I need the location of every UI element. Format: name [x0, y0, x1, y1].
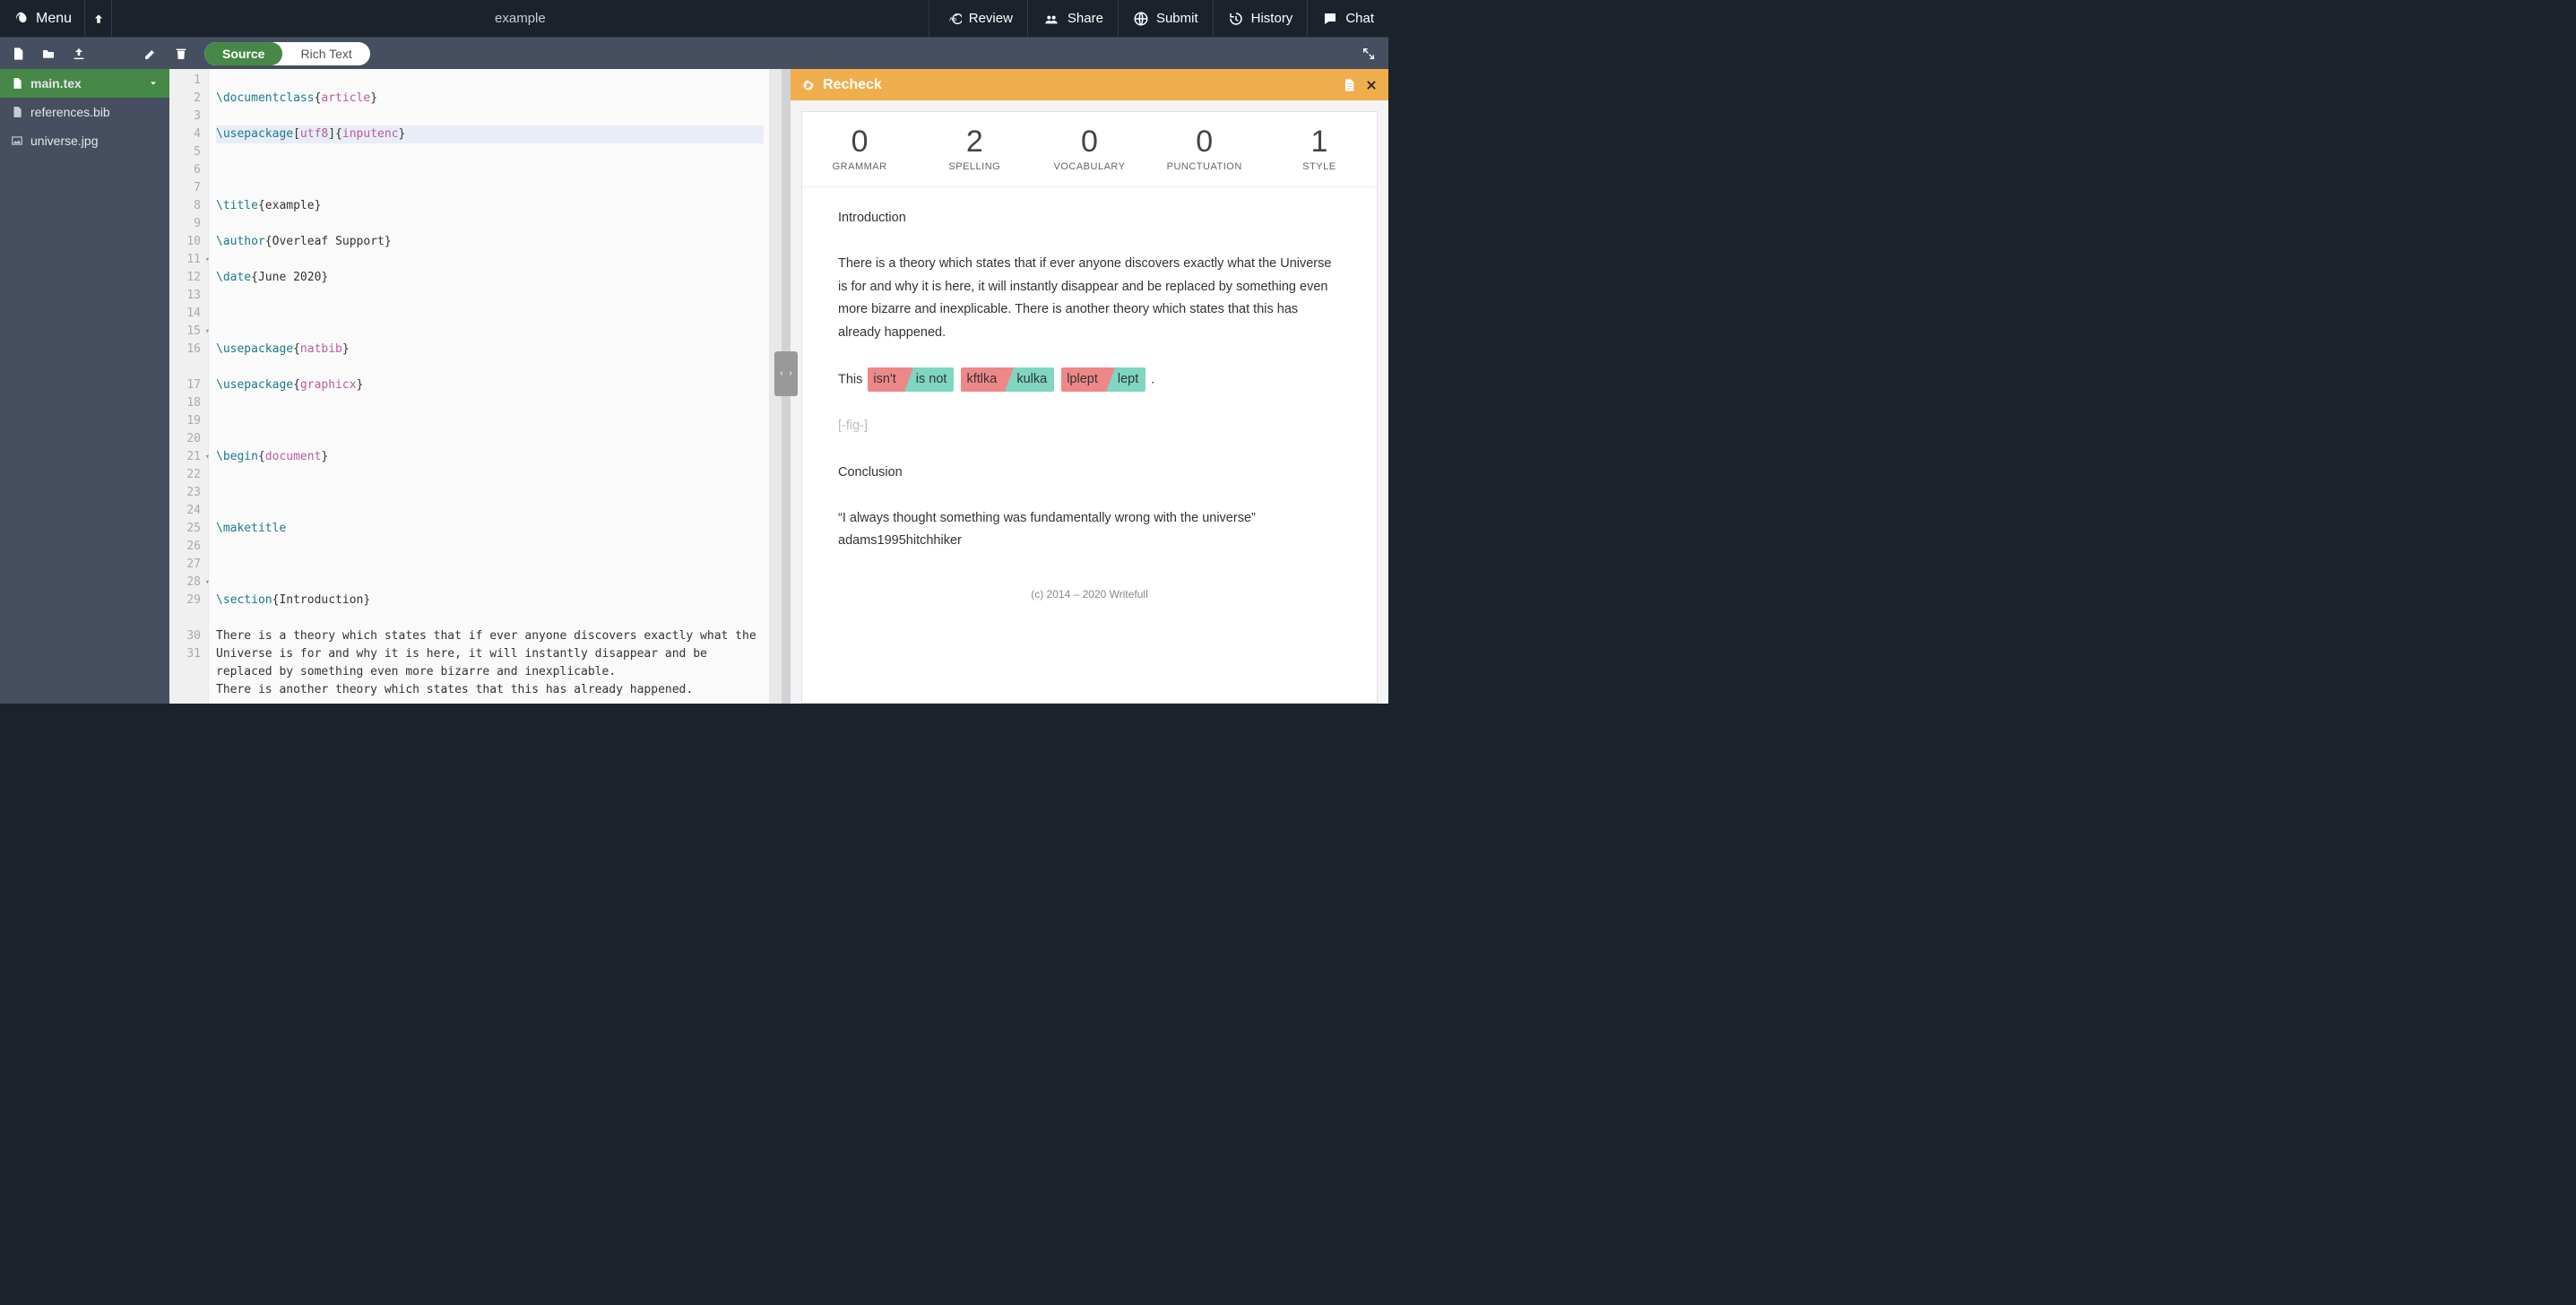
stat-punctuation: 0PUNCTUATION [1147, 112, 1262, 186]
close-panel-button[interactable] [1365, 79, 1378, 91]
menu-label: Menu [36, 11, 72, 27]
upload-button[interactable] [66, 42, 91, 65]
folder-icon [41, 47, 56, 61]
close-icon [1365, 79, 1378, 91]
file-label: universe.jpg [30, 134, 99, 148]
report-footer: (c) 2014 – 2020 Writefull [838, 576, 1341, 613]
pencil-icon [143, 47, 158, 61]
report-card: 0GRAMMAR 2SPELLING 0VOCABULARY 0PUNCTUAT… [801, 111, 1378, 704]
refresh-icon [801, 78, 816, 92]
delete-button[interactable] [169, 42, 194, 65]
suggestion-isnt[interactable]: isn'tis not [868, 367, 954, 392]
pane-splitter[interactable]: ‹ › [782, 69, 791, 704]
section-conclusion-heading: Conclusion [838, 462, 1341, 484]
chevron-down-icon[interactable] [148, 78, 159, 89]
code-content[interactable]: \documentclass{article} \usepackage[utf8… [209, 69, 769, 704]
file-icon [11, 77, 23, 90]
line-gutter: 1234567891011121314151617181920212223242… [169, 69, 209, 704]
document-icon [1342, 77, 1356, 93]
review-button[interactable]: Ab Review [929, 0, 1027, 38]
conclusion-cite: adams1995hitchhiker [838, 530, 1341, 552]
stat-grammar: 0GRAMMAR [802, 112, 917, 186]
history-label: History [1251, 11, 1293, 26]
stat-vocabulary: 0VOCABULARY [1032, 112, 1146, 186]
conclusion-quote: “I always thought something was fundamen… [838, 507, 1341, 530]
writefull-panel: Recheck 0GRAMMAR 2SPELLING 0VOCABULARY 0… [791, 69, 1388, 704]
suggestion-kftlka[interactable]: kftlkakulka [961, 367, 1054, 392]
suggestion-lplept[interactable]: lpleptlept [1061, 367, 1145, 392]
up-button[interactable] [85, 0, 112, 38]
file-universe-jpg[interactable]: universe.jpg [0, 126, 169, 155]
submit-icon [1133, 11, 1149, 27]
conclusion-block: “I always thought something was fundamen… [838, 507, 1341, 553]
share-icon [1042, 12, 1060, 26]
main-area: main.tex references.bib universe.jpg 123… [0, 69, 1388, 704]
review-icon: Ab [944, 12, 962, 26]
suggestions-line: This isn'tis not kftlkakulka lpleptlept … [838, 367, 1341, 392]
up-arrow-icon [92, 13, 105, 25]
file-icon [11, 106, 23, 118]
text-this: This [838, 372, 866, 386]
report-doc-button[interactable] [1342, 77, 1356, 93]
intro-paragraph: There is a theory which states that if e… [838, 253, 1341, 344]
menu-button[interactable]: Menu [0, 0, 85, 38]
recheck-label: Recheck [823, 77, 882, 93]
file-label: main.tex [30, 76, 82, 91]
report-content[interactable]: Introduction There is a theory which sta… [802, 187, 1377, 703]
recheck-bar: Recheck [791, 69, 1388, 100]
editor-mode-toggle: Source Rich Text [204, 42, 370, 65]
file-label: references.bib [30, 105, 110, 119]
rename-button[interactable] [138, 42, 163, 65]
fullscreen-button[interactable] [1361, 47, 1383, 61]
chat-label: Chat [1345, 11, 1374, 26]
share-button[interactable]: Share [1027, 0, 1118, 38]
recheck-button[interactable]: Recheck [801, 77, 882, 93]
text-dot: . [1151, 372, 1154, 386]
file-icon [11, 47, 25, 61]
upload-icon [72, 47, 86, 61]
stat-style: 1STYLE [1262, 112, 1377, 186]
image-icon [11, 134, 23, 147]
trash-icon [174, 47, 188, 61]
splitter-handle-right[interactable]: › [783, 351, 798, 396]
stats-row: 0GRAMMAR 2SPELLING 0VOCABULARY 0PUNCTUAT… [802, 112, 1377, 187]
stat-spelling: 2SPELLING [917, 112, 1032, 186]
svg-text:Ab: Ab [949, 16, 956, 22]
file-main-tex[interactable]: main.tex [0, 69, 169, 98]
figure-placeholder: [-fig-] [838, 415, 1341, 437]
section-intro-heading: Introduction [838, 207, 1341, 229]
richtext-tab[interactable]: Rich Text [282, 42, 369, 65]
project-title: example [112, 11, 929, 26]
submit-button[interactable]: Submit [1118, 0, 1213, 38]
new-file-button[interactable] [5, 42, 30, 65]
review-label: Review [969, 11, 1013, 26]
new-folder-button[interactable] [36, 42, 61, 65]
expand-icon [1361, 47, 1376, 61]
source-tab[interactable]: Source [204, 42, 282, 65]
chat-icon [1322, 11, 1338, 27]
topbar: Menu example Ab Review Share Submit Hist… [0, 0, 1388, 38]
chat-button[interactable]: Chat [1307, 0, 1388, 38]
share-label: Share [1068, 11, 1103, 26]
file-tree: main.tex references.bib universe.jpg [0, 69, 169, 704]
submit-label: Submit [1156, 11, 1198, 26]
code-editor[interactable]: 1234567891011121314151617181920212223242… [169, 69, 782, 704]
history-button[interactable]: History [1213, 0, 1308, 38]
file-references-bib[interactable]: references.bib [0, 98, 169, 126]
history-icon [1228, 11, 1244, 27]
overleaf-logo-icon [13, 11, 29, 27]
editor-toolbar: Source Rich Text [0, 38, 1388, 69]
